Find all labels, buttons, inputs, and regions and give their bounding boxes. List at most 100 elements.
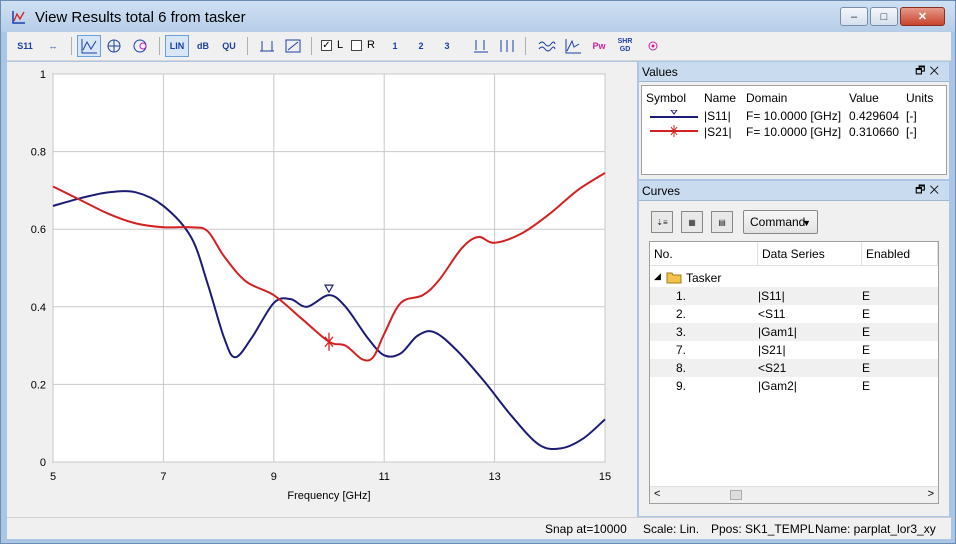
column-header[interactable]: Enabled (862, 242, 938, 266)
curves-panel-title: Curves (642, 183, 681, 198)
wave-icon[interactable] (535, 35, 559, 57)
column-header: Domain (746, 91, 788, 105)
y-tick-label: 0.2 (31, 379, 46, 391)
marker-def-icon[interactable] (495, 35, 519, 57)
smith-chart-icon[interactable] (129, 35, 153, 57)
right-axis-label: R (367, 39, 375, 51)
scroll-left-icon[interactable]: < (654, 488, 660, 500)
enable-curves-icon[interactable]: ▦ (681, 211, 703, 233)
marker-2-button[interactable]: 2 (409, 35, 433, 57)
restore-icon[interactable]: 🗗 (915, 184, 929, 196)
scroll-thumb[interactable] (730, 490, 742, 500)
value-number: 0.310660 (849, 125, 900, 139)
s21-symbol-icon (650, 125, 698, 137)
s11-selector-button[interactable]: S11 (13, 35, 37, 57)
marker-3-button[interactable]: 3 (435, 35, 459, 57)
linear-scale-button[interactable]: LIN (165, 35, 189, 57)
status-bar: Snap at=10000 Scale: Lin. Ppos: SK1_TEMP… (7, 517, 951, 539)
value-units: [-] (906, 109, 917, 123)
curves-panel-header: Curves 🗗✕ (639, 181, 949, 201)
values-row[interactable]: |S11| F= 10.0000 [GHz] 0.429604 [-] (642, 108, 946, 124)
table-row[interactable]: 1. |S11| E (650, 287, 938, 305)
x-tick-label: 5 (50, 471, 56, 483)
polar-plot-icon[interactable] (103, 35, 127, 57)
s11-symbol-icon (650, 110, 698, 118)
fit-axes-button[interactable]: ↔ (41, 35, 65, 57)
x-tick-label: 7 (160, 471, 166, 483)
disable-curves-icon[interactable]: ▤ (711, 211, 733, 233)
row-series: |S11| (758, 289, 785, 303)
line-chart[interactable]: 5 7 9 11 13 15 0 0.2 0.4 0.6 0.8 1 Frequency [GHz] (7, 62, 637, 517)
shr-gd-button[interactable]: SHR GD (613, 35, 637, 57)
value-units: [-] (906, 125, 917, 139)
column-header[interactable]: No. (650, 242, 758, 266)
minimize-button[interactable]: – (840, 7, 868, 26)
curves-panel: Curves 🗗✕ ⇣≡ ▦ ▤ Command ▼ No. Data Seri… (639, 181, 949, 516)
title-bar[interactable]: View Results total 6 from tasker – □ ✕ (1, 1, 955, 32)
values-table: Symbol Name Domain Value Units |S11| F= … (641, 85, 947, 175)
zoom-range-icon[interactable] (255, 35, 279, 57)
y-tick-label: 1 (40, 69, 46, 81)
values-panel: Values 🗗✕ Symbol Name Domain Value Units… (639, 62, 949, 179)
shr-label: SHR (617, 38, 633, 45)
marker-to-icon[interactable] (469, 35, 493, 57)
row-number: 7. (676, 343, 687, 357)
values-panel-header: Values 🗗✕ (639, 62, 949, 82)
row-series: <S11 (758, 307, 786, 321)
row-number: 8. (676, 361, 687, 375)
y-tick-label: 0.4 (31, 302, 46, 314)
close-button[interactable]: ✕ (900, 7, 945, 26)
table-row[interactable]: 9. |Gam2| E (650, 377, 938, 395)
right-axis-checkbox[interactable] (351, 40, 362, 51)
restore-icon[interactable]: 🗗 (915, 65, 929, 77)
toolbar-separator (159, 37, 160, 55)
maximize-button[interactable]: □ (870, 7, 898, 26)
table-row[interactable]: 8. <S21 E (650, 359, 938, 377)
horizontal-scrollbar[interactable]: < > (650, 486, 938, 503)
toolbar-separator (311, 37, 312, 55)
scroll-right-icon[interactable]: > (928, 488, 934, 500)
main-toolbar: S11 ↔ LIN dB QU ✓ L R 1 2 3 Pw SHR GD (7, 32, 951, 61)
y-tick-label: 0.6 (31, 224, 46, 236)
y-tick-label: 0.8 (31, 147, 46, 159)
y-tick-label: 0 (40, 457, 46, 469)
command-dropdown[interactable]: Command ▼ (743, 210, 818, 234)
table-row[interactable]: 2. <S11 E (650, 305, 938, 323)
row-series: |S21| (758, 343, 786, 357)
x-tick-label: 9 (271, 471, 277, 483)
row-enabled: E (862, 289, 871, 303)
curves-tree[interactable]: No. Data Series Enabled ◢ Tasker 1. |S11… (649, 241, 939, 504)
table-row[interactable]: 3. |Gam1| E (650, 323, 938, 341)
expand-icon[interactable]: ◢ (654, 271, 661, 282)
zoom-box-icon[interactable] (281, 35, 305, 57)
close-icon[interactable]: ✕ (929, 65, 943, 77)
qu-scale-button[interactable]: QU (217, 35, 241, 57)
row-enabled: E (862, 343, 871, 357)
x-tick-label: 13 (488, 471, 500, 483)
marker-1-button[interactable]: 1 (383, 35, 407, 57)
value-name: |S21| (704, 125, 732, 139)
table-row[interactable]: 7. |S21| E (650, 341, 938, 359)
row-series: <S21 (758, 361, 787, 375)
db-scale-button[interactable]: dB (191, 35, 215, 57)
value-domain: F= 10.0000 [GHz] (746, 109, 842, 123)
values-row[interactable]: |S21| F= 10.0000 [GHz] 0.310660 [-] (642, 124, 946, 140)
column-header: Units (906, 91, 934, 105)
row-number: 9. (676, 379, 687, 393)
column-header: Name (704, 91, 737, 105)
settings-icon[interactable] (641, 35, 665, 57)
left-axis-label: L (337, 39, 344, 51)
left-axis-checkbox[interactable]: ✓ (321, 40, 332, 51)
close-icon[interactable]: ✕ (929, 184, 943, 196)
curves-toolbar: ⇣≡ ▦ ▤ Command ▼ (639, 209, 949, 237)
xy-plot-icon[interactable] (77, 35, 101, 57)
column-header[interactable]: Data Series (758, 242, 862, 266)
peak-icon[interactable] (561, 35, 585, 57)
sort-curves-icon[interactable]: ⇣≡ (651, 211, 673, 233)
row-series: |Gam1| (758, 325, 797, 339)
power-button[interactable]: Pw (587, 35, 611, 57)
plot-area[interactable]: 5 7 9 11 13 15 0 0.2 0.4 0.6 0.8 1 Frequency [GHz] (7, 62, 637, 517)
value-name: |S11| (704, 109, 731, 123)
x-tick-label: 15 (599, 471, 611, 483)
tree-folder-tasker[interactable]: ◢ Tasker (650, 269, 938, 287)
